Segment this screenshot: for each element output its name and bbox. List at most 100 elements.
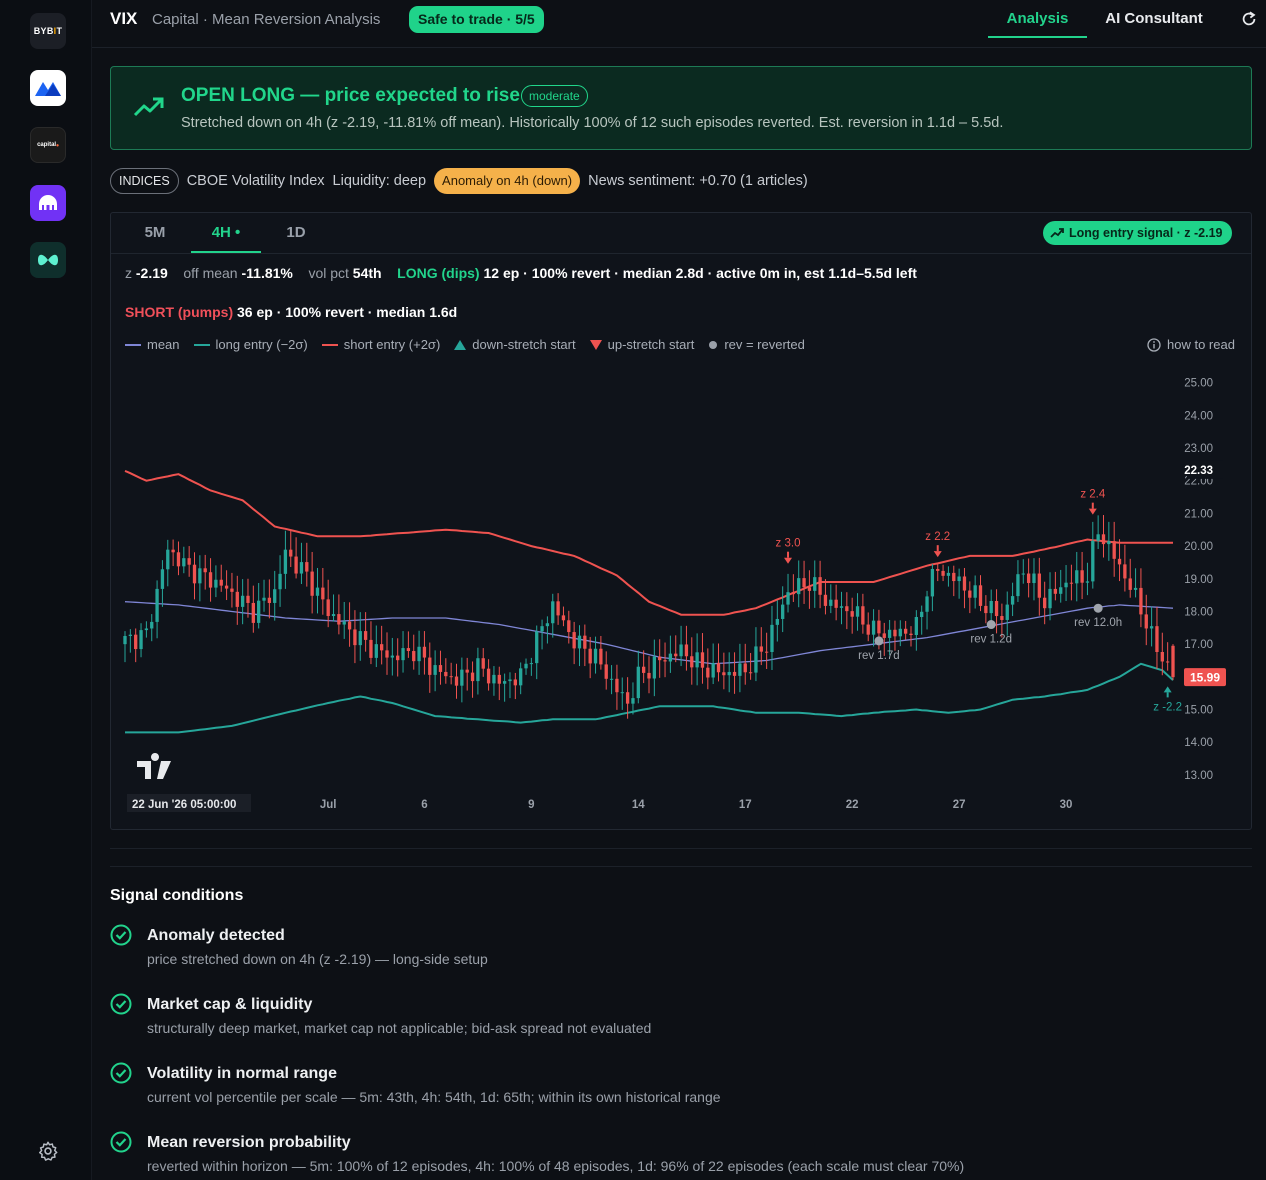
mexc-exchange-button[interactable]: [30, 70, 66, 106]
kraken-exchange-button[interactable]: [30, 185, 66, 221]
candle-body: [609, 678, 614, 680]
candle-body: [615, 678, 619, 693]
candle-body: [1139, 587, 1143, 615]
other-exchange-button[interactable]: [30, 242, 66, 278]
how-to-read-link[interactable]: how to read: [1147, 337, 1235, 352]
candle-body: [412, 651, 416, 662]
legend-up-stretch: up-stretch start: [589, 337, 694, 352]
candle-body: [946, 572, 951, 576]
bybit-exchange-button[interactable]: BYBIT: [30, 13, 66, 49]
tab-ai-consultant[interactable]: AI Consultant: [1094, 0, 1214, 38]
candle-body: [567, 620, 571, 633]
candle-body: [748, 672, 753, 674]
candle-body: [807, 587, 812, 591]
x-tick-label: 14: [632, 799, 645, 811]
instrument-name: CBOE Volatility Index: [186, 173, 325, 189]
candle-body: [839, 606, 844, 608]
candle-body: [898, 628, 902, 637]
candle-body: [144, 628, 149, 631]
candle-body: [1128, 578, 1132, 590]
candle-body: [192, 564, 197, 584]
candle-body: [561, 615, 566, 621]
candle-body: [486, 668, 491, 684]
candle-body: [620, 692, 624, 694]
x-tick-label: 27: [953, 799, 966, 811]
stats-line-1: z -2.19 off mean -11.81% vol pct 54th LO…: [125, 265, 917, 281]
candle-body: [770, 624, 774, 652]
candle-body: [652, 656, 657, 679]
y-tick-label: 17.00: [1184, 639, 1213, 651]
candle-body: [903, 628, 908, 634]
candle-body: [994, 601, 999, 617]
mean-line: [124, 601, 1174, 665]
candle-body: [668, 653, 673, 662]
settings-gear-icon[interactable]: [37, 1140, 59, 1162]
check-circle-icon: [110, 1131, 132, 1153]
candle-body: [150, 621, 154, 629]
candle-body: [470, 672, 475, 682]
candle-body: [134, 634, 138, 650]
candle-body: [1091, 540, 1095, 582]
candle-body: [278, 573, 282, 590]
candle-body: [952, 572, 956, 582]
candle-body: [1037, 573, 1041, 598]
candle-body: [246, 595, 250, 603]
capital-exchange-button[interactable]: capital •: [30, 127, 66, 163]
candle-body: [877, 620, 881, 634]
refresh-icon[interactable]: [1240, 10, 1258, 28]
candle-body: [738, 663, 742, 676]
legend-mean: mean: [125, 337, 180, 352]
timeframe-tab-4h[interactable]: 4H •: [191, 213, 261, 253]
candle-body: [871, 620, 876, 635]
condition-title: Anomaly detected: [147, 927, 285, 944]
asset-class-pill: INDICES: [110, 168, 179, 194]
candle-body: [802, 578, 806, 588]
candle-body: [385, 650, 389, 658]
candle-body: [1155, 626, 1159, 652]
short-entry-band: [124, 469, 1173, 616]
up-stretch-marker: [784, 557, 793, 564]
timeframe-tab-1d[interactable]: 1D: [283, 213, 309, 253]
condition-description: current vol percentile per scale — 5m: 4…: [147, 1089, 721, 1105]
candle-body: [342, 621, 346, 625]
candle-body: [529, 663, 534, 665]
candle-body: [925, 596, 929, 612]
check-circle-icon: [110, 993, 132, 1015]
y-tick-label: 23.00: [1184, 443, 1213, 455]
candle-body: [882, 633, 886, 638]
reverted-dot: [874, 636, 884, 646]
candle-body: [513, 679, 517, 686]
candle-body: [449, 676, 453, 678]
candle-body: [936, 568, 940, 571]
candle-body: [262, 597, 266, 601]
candle-body: [176, 552, 181, 567]
candle-body: [893, 629, 897, 637]
reverted-label: rev 1.2d: [970, 634, 1012, 646]
candle-body: [1005, 604, 1009, 620]
candle-body: [187, 558, 191, 565]
candle-body: [1080, 570, 1084, 583]
candle-body: [813, 577, 817, 591]
candle-body: [764, 651, 769, 653]
candle-body: [123, 635, 127, 645]
candle-body: [818, 577, 822, 595]
timeframe-tab-5m[interactable]: 5M: [139, 213, 171, 253]
candle-body: [353, 629, 357, 646]
candle-body: [823, 594, 828, 606]
stats-line-2: SHORT (pumps) 36 ep · 100% revert · medi…: [125, 304, 458, 320]
candle-body: [1010, 596, 1015, 605]
info-icon: [1147, 337, 1161, 352]
candle-body: [219, 579, 223, 586]
trending-up-icon: [133, 97, 164, 117]
tab-analysis[interactable]: Analysis: [988, 0, 1087, 38]
candle-body: [230, 588, 234, 592]
candle-body: [428, 657, 432, 675]
candle-body: [1043, 597, 1047, 609]
candle-body: [417, 646, 421, 662]
candle-body: [1075, 570, 1079, 584]
candle-body: [759, 646, 763, 652]
candle-body: [326, 599, 330, 617]
candle-body: [240, 595, 245, 607]
bybit-logo-text: BYBIT: [33, 26, 63, 36]
candle-body: [754, 646, 758, 673]
